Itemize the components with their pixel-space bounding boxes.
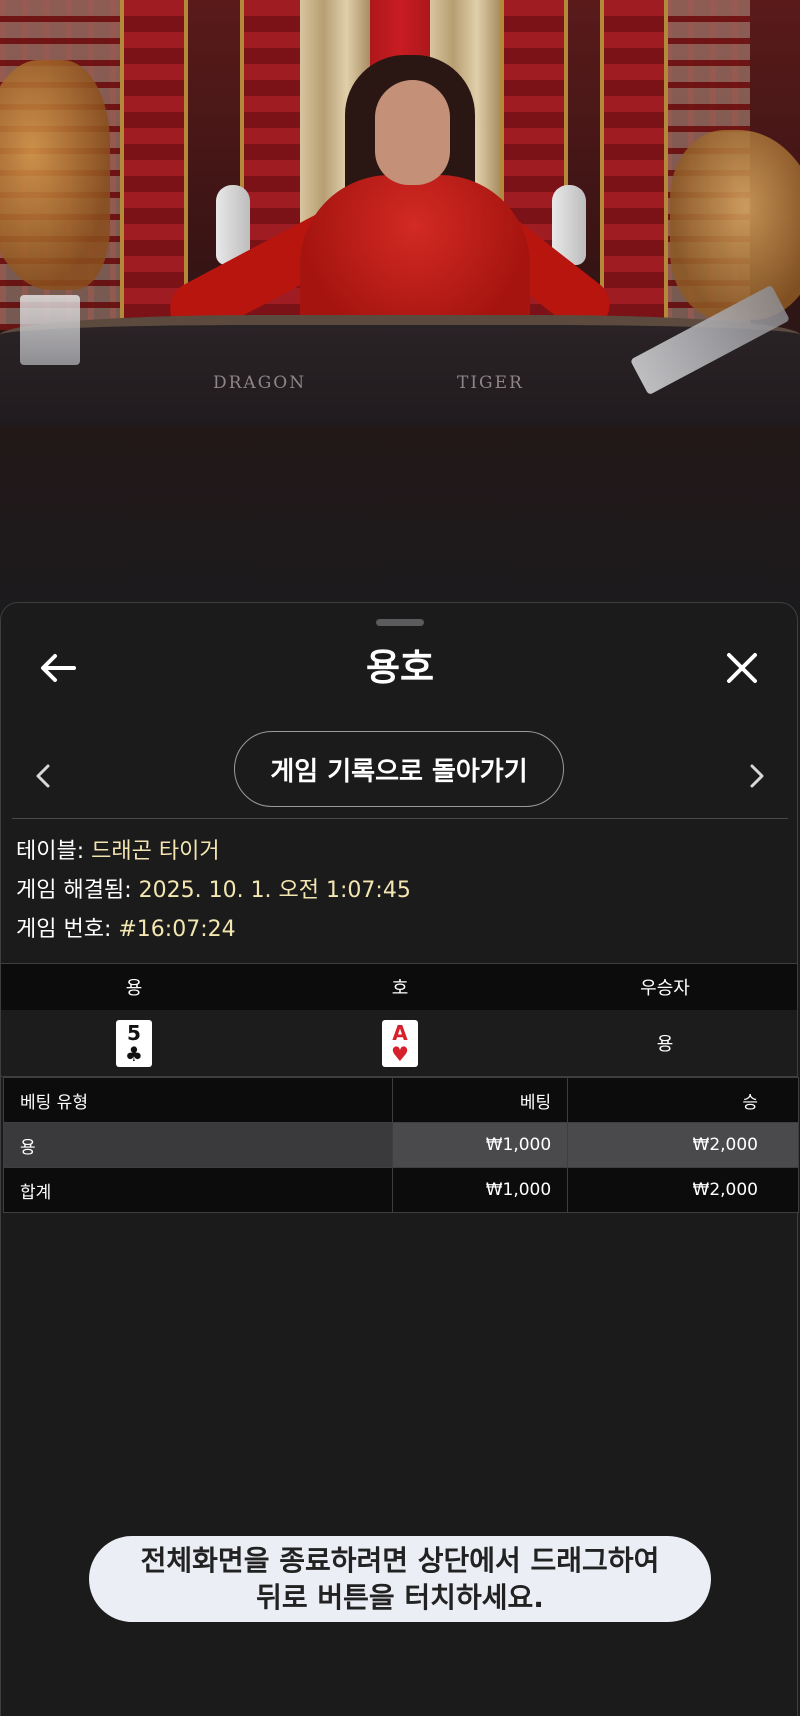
bets-table: 베팅 유형 베팅 승 용 ₩1,000 ₩2,000 합계 ₩1,000 ₩2,… [2, 1077, 799, 1213]
sheet-title: 용호 [365, 646, 435, 689]
dragon-card-cell: 5 ♣ [1, 1010, 267, 1076]
previous-game-button[interactable] [23, 751, 63, 801]
close-icon [727, 653, 757, 683]
bet-amount-cell: ₩1,000 [392, 1167, 569, 1213]
info-label: 테이블: [16, 839, 92, 864]
club-suit-icon: ♣ [125, 1041, 143, 1066]
game-number-info: 게임 번호: #16:07:24 [16, 915, 236, 945]
toast-line: 뒤로 버튼을 터치하세요. [256, 1581, 544, 1614]
win-amount-cell: ₩2,000 [567, 1122, 799, 1168]
live-video-feed: DRAGON TIGER [0, 0, 800, 610]
info-value: 2025. 10. 1. 오전 1:07:45 [138, 878, 411, 903]
bet-amount-cell: ₩1,000 [392, 1122, 569, 1168]
table-header-row: 베팅 유형 베팅 승 [2, 1077, 799, 1123]
cards-row: 5 ♣ A ♥ 용 [1, 1010, 797, 1077]
dragon-column-header: 용 [125, 978, 143, 999]
dealer-face [375, 80, 450, 185]
info-value: 드래곤 타이거 [91, 839, 220, 864]
winner-column-header: 우승자 [640, 978, 690, 999]
bet-header: 베팅 [392, 1077, 569, 1123]
table-total-row: 합계 ₩1,000 ₩2,000 [2, 1167, 799, 1213]
bet-type-cell: 용 [2, 1122, 394, 1168]
card-shoe [20, 295, 80, 365]
pillar [120, 0, 188, 330]
chevron-left-icon [36, 764, 50, 788]
card-rank: A [392, 1020, 408, 1045]
table-name-info: 테이블: 드래곤 타이거 [16, 837, 220, 867]
tiger-card-cell: A ♥ [267, 1010, 533, 1076]
toast-line: 전체화면을 종료하려면 상단에서 드래그하여 [140, 1544, 660, 1577]
cards-header-row: 용 호 우승자 [1, 963, 797, 1011]
winner-cell: 용 [656, 1034, 674, 1055]
dragon-table-label: DRAGON [213, 373, 307, 393]
back-to-history-button[interactable]: 게임 기록으로 돌아가기 [234, 731, 564, 807]
close-button[interactable] [717, 643, 767, 693]
bet-type-header: 베팅 유형 [2, 1077, 394, 1123]
tiger-statue [670, 130, 800, 320]
game-resolved-info: 게임 해결됨: 2025. 10. 1. 오전 1:07:45 [16, 876, 411, 906]
playing-card-ace-hearts: A ♥ [382, 1019, 418, 1067]
drag-handle[interactable] [376, 619, 424, 626]
pillar [600, 0, 668, 330]
dragon-statue [0, 60, 110, 290]
next-game-button[interactable] [737, 751, 777, 801]
tiger-table-label: TIGER [457, 373, 524, 393]
win-header: 승 [567, 1077, 799, 1123]
playing-card-5-clubs: 5 ♣ [116, 1019, 152, 1067]
fullscreen-exit-toast: 전체화면을 종료하려면 상단에서 드래그하여 뒤로 버튼을 터치하세요. [89, 1536, 711, 1622]
divider [12, 818, 788, 819]
card-rank: 5 [127, 1020, 141, 1045]
info-label: 게임 해결됨: [16, 878, 139, 903]
info-label: 게임 번호: [16, 917, 119, 942]
win-amount-cell: ₩2,000 [567, 1167, 799, 1213]
table-row: 용 ₩1,000 ₩2,000 [2, 1122, 799, 1168]
tiger-column-header: 호 [391, 978, 409, 999]
heart-suit-icon: ♥ [391, 1041, 409, 1066]
info-value: #16:07:24 [118, 917, 236, 942]
bet-type-cell: 합계 [2, 1167, 394, 1213]
chevron-right-icon [750, 764, 764, 788]
